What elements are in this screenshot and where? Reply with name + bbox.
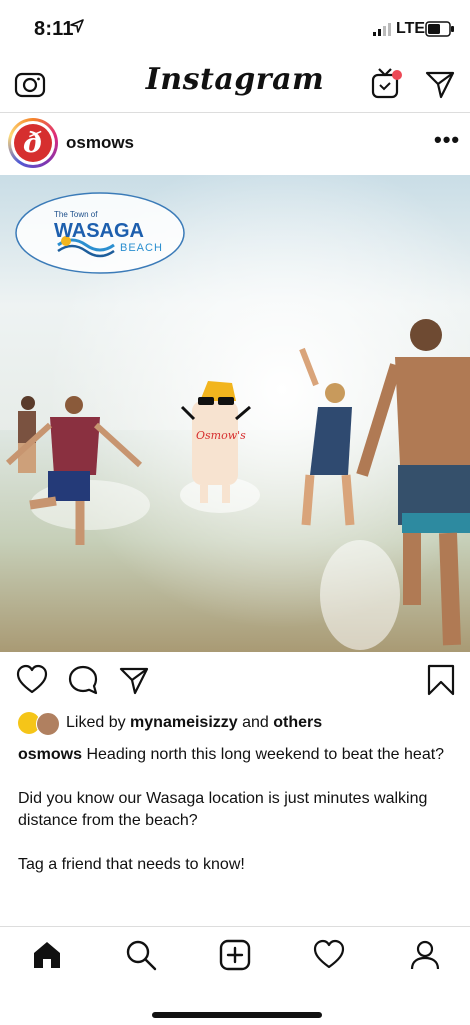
comment-icon[interactable] [67, 664, 99, 696]
liked-by-row[interactable]: Liked by mynameisizzy and others [18, 712, 458, 738]
liked-by-text: Liked by mynameisizzy and others [66, 714, 322, 732]
badge-beach-text: BEACH [120, 242, 163, 254]
caption-text: Heading north this long weekend to beat … [86, 746, 445, 763]
network-label: LTE [396, 20, 426, 37]
avatar[interactable]: ð [8, 118, 58, 168]
home-indicator [152, 1012, 322, 1018]
liked-by-others[interactable]: others [273, 714, 322, 731]
direct-send-icon[interactable] [424, 68, 456, 100]
osmows-logo-icon: ð [14, 124, 52, 162]
post-actions [0, 652, 470, 710]
liker-avatar-photo [36, 712, 60, 736]
caption-paragraph-2: Did you know our Wasaga location is just… [18, 790, 428, 829]
post-username[interactable]: osmows [66, 133, 134, 153]
top-navigation: Instagram [0, 58, 470, 113]
liked-by-and: and [242, 714, 269, 731]
like-icon[interactable] [16, 664, 48, 696]
igtv-icon[interactable] [370, 67, 404, 101]
activity-icon[interactable] [313, 939, 345, 971]
post-caption: osmows Heading north this long weekend t… [18, 744, 454, 898]
badge-wasaga-text: WASAGA [54, 220, 144, 242]
mascot-text: Osmow's [196, 429, 246, 442]
bookmark-icon[interactable] [427, 664, 455, 696]
beach-photo: Osmow's The Town of WASAGA BEACH [0, 175, 470, 652]
liked-by-user[interactable]: mynameisizzy [130, 714, 238, 731]
signal-icon [373, 23, 391, 36]
location-arrow-icon [70, 19, 84, 33]
avatar-ring-inner: ð [11, 121, 55, 165]
caption-paragraph-3: Tag a friend that needs to know! [18, 856, 245, 873]
profile-icon[interactable] [409, 939, 441, 971]
status-bar: 8:11 LTE [0, 0, 470, 58]
badge-town-text: The Town of [54, 210, 98, 219]
caption-first: osmows Heading north this long weekend t… [18, 744, 454, 766]
liked-by-prefix: Liked by [66, 714, 126, 731]
more-options-button[interactable]: ••• [434, 127, 460, 153]
post-image[interactable]: Osmow's The Town of WASAGA BEACH [0, 175, 470, 652]
new-post-icon[interactable] [219, 939, 251, 971]
post-header: ð osmows ••• [0, 113, 470, 175]
home-icon[interactable] [31, 939, 63, 971]
battery-icon [425, 21, 454, 37]
search-icon[interactable] [125, 939, 157, 971]
bottom-tab-bar [0, 926, 470, 1025]
status-time: 8:11 [34, 18, 74, 40]
share-icon[interactable] [118, 664, 150, 696]
caption-username[interactable]: osmows [18, 746, 82, 763]
